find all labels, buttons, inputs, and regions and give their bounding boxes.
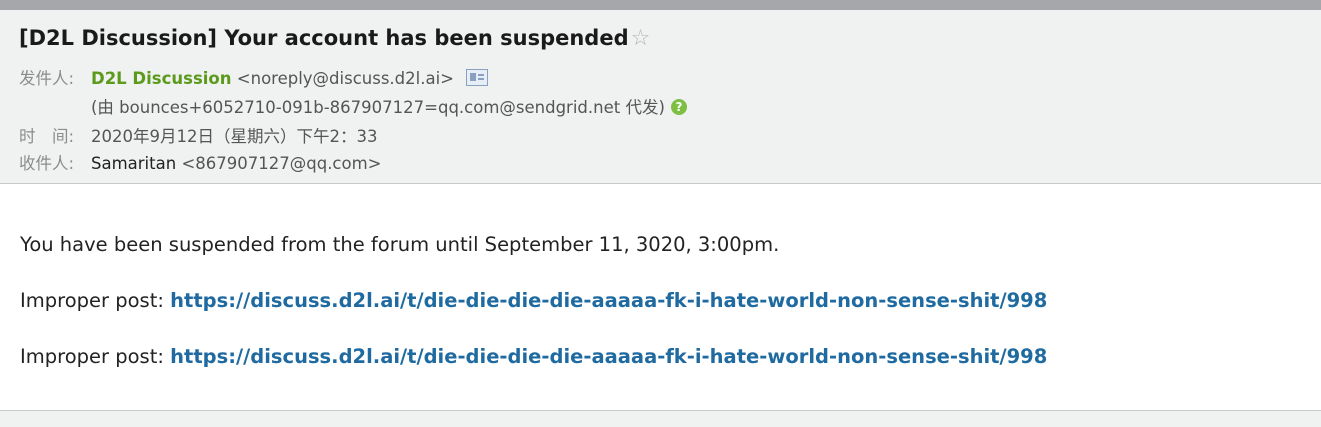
time-row: 时 间: 2020年9月12日（星期六）下午2：33	[19, 123, 377, 147]
improper-post-link[interactable]: https://discuss.d2l.ai/t/die-die-die-die…	[170, 345, 1047, 368]
on-behalf-row: (由 bounces+6052710-091b-867907127=qq.com…	[91, 94, 687, 118]
improper-post-line-2: Improper post: https://discuss.d2l.ai/t/…	[20, 345, 1047, 368]
contact-card-icon[interactable]	[466, 69, 488, 86]
from-row: 发件人: D2L Discussion <noreply@discuss.d2l.…	[19, 65, 488, 89]
from-label: 发件人:	[19, 69, 75, 88]
improper-post-line-1: Improper post: https://discuss.d2l.ai/t/…	[20, 289, 1047, 312]
recipient-address: <867907127@qq.com>	[181, 154, 382, 173]
improper-post-label: Improper post:	[20, 345, 164, 368]
to-label: 收件人:	[19, 154, 75, 173]
on-behalf-text: (由 bounces+6052710-091b-867907127=qq.com…	[91, 98, 665, 117]
top-bar	[0, 0, 1321, 10]
suspension-message: You have been suspended from the forum u…	[20, 233, 780, 256]
footer-bar	[0, 410, 1321, 427]
email-subject: [D2L Discussion] Your account has been s…	[19, 26, 650, 51]
help-icon[interactable]: ?	[670, 99, 687, 115]
time-label: 时 间:	[19, 127, 75, 146]
to-row: 收件人: Samaritan <867907127@qq.com>	[19, 150, 382, 174]
email-header: [D2L Discussion] Your account has been s…	[0, 10, 1321, 184]
sender-name[interactable]: D2L Discussion	[91, 69, 232, 88]
time-value: 2020年9月12日（星期六）下午2：33	[91, 127, 378, 146]
improper-post-link[interactable]: https://discuss.d2l.ai/t/die-die-die-die…	[170, 289, 1047, 312]
star-icon[interactable]: ☆	[631, 26, 651, 51]
sender-address: <noreply@discuss.d2l.ai>	[236, 69, 454, 88]
improper-post-label: Improper post:	[20, 289, 164, 312]
recipient-name[interactable]: Samaritan	[91, 154, 176, 173]
subject-text: [D2L Discussion] Your account has been s…	[19, 26, 629, 50]
